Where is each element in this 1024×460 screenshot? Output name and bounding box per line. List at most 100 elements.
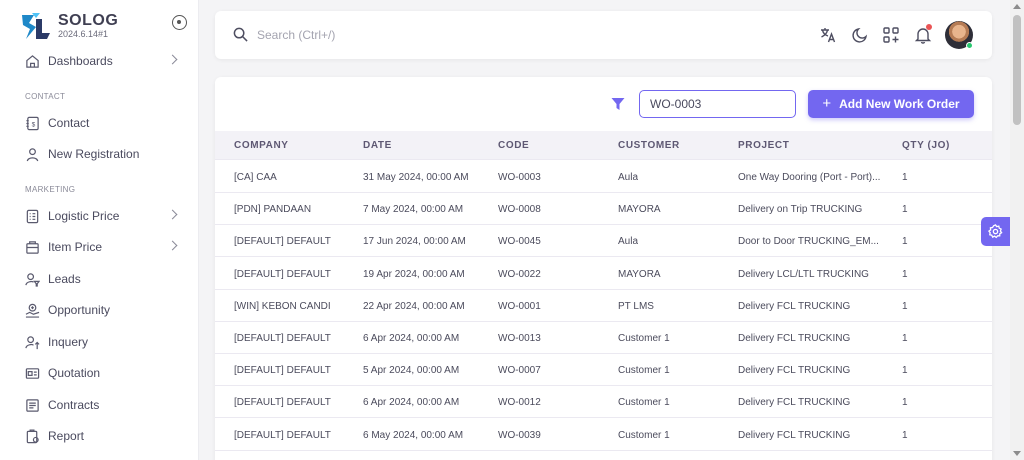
sidebar-item-label: New Registration <box>48 147 140 161</box>
cell-code: WO-0022 <box>498 268 541 280</box>
column-header-project[interactable]: PROJECT <box>738 140 789 151</box>
filter-input[interactable] <box>639 90 796 118</box>
cell-qty: 1 <box>902 333 908 344</box>
table-row[interactable]: [WIN] KEBON CANDI 22 Apr 2024, 00:00 AM WO… <box>215 290 992 322</box>
cell-customer: Aula <box>618 236 639 248</box>
sidebar-item-label: Dashboards <box>48 54 113 68</box>
sidebar-item-label: Report <box>48 429 85 443</box>
cell-code: WO-0001 <box>498 300 541 312</box>
column-header-date[interactable]: DATE <box>363 140 392 151</box>
cell-qty: 1 <box>902 365 908 377</box>
cell-date: 6 May 2024, 00:00 AM <box>363 429 464 441</box>
cell-project: Door to Door TRUCKING_EM... <box>738 236 879 248</box>
cell-date: 22 Apr 2024, 00:00 AM <box>363 300 465 312</box>
scrollbar-thumb[interactable] <box>1013 15 1021 125</box>
table-row[interactable]: [PDN] PANDAAN 7 May 2024, 00:00 AM WO-0008… <box>215 193 992 226</box>
cell-project: One Way Dooring (Port - Port)... <box>738 172 881 183</box>
scroll-down-arrow-icon[interactable] <box>1013 451 1021 456</box>
sidebar-item-item-price[interactable]: Item Price <box>12 233 188 261</box>
cell-company: [DEFAULT] DEFAULT <box>234 268 331 280</box>
notification-dot <box>926 24 932 30</box>
cell-project: Delivery FCL TRUCKING <box>738 365 851 377</box>
apps-add-icon[interactable] <box>882 26 900 44</box>
sidebar-item-leads[interactable]: Leads <box>12 265 188 293</box>
cell-qty: 1 <box>902 236 908 248</box>
table-row[interactable]: [DEFAULT] DEFAULT 6 May 2024, 00:00 AM WO-… <box>215 419 992 451</box>
table-row[interactable]: [CA] CAA 31 May 2024, 00:00 AM WO-0003 Aula… <box>215 161 992 193</box>
sidebar-item-label: Contracts <box>48 398 100 412</box>
sidebar-item-quotation[interactable]: Quotation <box>12 359 188 387</box>
report-icon <box>26 429 39 443</box>
sidebar-item-label: Contact <box>48 116 90 130</box>
cell-date: 7 May 2024, 00:00 AM <box>363 204 464 216</box>
cell-code: WO-0039 <box>498 429 541 441</box>
filter-icon[interactable] <box>611 97 625 111</box>
cell-company: [DEFAULT] DEFAULT <box>234 236 331 248</box>
cell-code: WO-0007 <box>498 365 541 377</box>
sidebar-item-label: Opportunity <box>48 303 111 317</box>
user-icon <box>26 147 39 161</box>
search-input[interactable] <box>257 25 557 45</box>
column-header-code[interactable]: CODE <box>498 140 529 151</box>
sidebar-item-logistic-price[interactable]: Logistic Price <box>12 202 188 230</box>
sidebar-item-label: Quotation <box>48 366 101 380</box>
table-row[interactable]: [DEFAULT] DEFAULT 5 Apr 2024, 00:00 AM WO-… <box>215 354 992 387</box>
table-row[interactable]: [DEFAULT] DEFAULT 6 Apr 2024, 00:00 AM WO-… <box>215 322 992 354</box>
cell-date: 17 Jun 2024, 00:00 AM <box>363 236 466 248</box>
column-header-qty[interactable]: QTY (JO) <box>902 140 950 151</box>
cell-customer: Customer 1 <box>618 429 670 441</box>
cell-qty: 1 <box>902 397 908 409</box>
cell-project: Delivery FCL TRUCKING <box>738 300 851 312</box>
cell-date: 6 Apr 2024, 00:00 AM <box>363 333 460 344</box>
cell-company: [WIN] KEBON CANDI <box>234 300 331 312</box>
translate-icon[interactable] <box>819 26 837 44</box>
sidebar-item-label: Leads <box>48 272 81 286</box>
cell-date: 31 May 2024, 00:00 AM <box>363 172 469 183</box>
cell-project: Delivery FCL TRUCKING <box>738 397 851 409</box>
sidebar-item-contracts[interactable]: Contracts <box>12 391 188 419</box>
cell-project: Delivery FCL TRUCKING <box>738 429 851 441</box>
table-row[interactable]: [DEFAULT] DEFAULT 6 Apr 2024, 00:00 AM WO-… <box>215 386 992 419</box>
user-question-icon <box>25 335 40 349</box>
column-header-company[interactable]: COMPANY <box>234 140 289 151</box>
brand[interactable]: SOLOG 2024.6.14#1 <box>20 9 118 43</box>
theme-customizer-button[interactable] <box>981 217 1010 246</box>
top-navbar <box>215 11 992 59</box>
package-icon <box>26 240 39 254</box>
handshake-icon <box>25 303 40 318</box>
sidebar-item-inquery[interactable]: Inquery <box>12 328 188 356</box>
contract-icon <box>26 398 39 412</box>
moon-icon[interactable] <box>851 26 869 44</box>
table-row[interactable]: [DEFAULT] DEFAULT 19 Apr 2024, 00:00 AM WO… <box>215 258 992 290</box>
sidebar-item-report[interactable]: Report <box>12 422 188 450</box>
scroll-up-arrow-icon[interactable] <box>1013 4 1021 9</box>
cell-customer: Customer 1 <box>618 365 670 377</box>
search-icon[interactable] <box>233 27 248 42</box>
settings-icon <box>988 224 1003 239</box>
cell-customer: PT LMS <box>618 300 654 312</box>
chevron-right-icon <box>167 54 178 65</box>
cell-date: 6 Apr 2024, 00:00 AM <box>363 397 460 409</box>
home-icon <box>26 54 39 68</box>
cell-code: WO-0003 <box>498 172 541 183</box>
cell-project: Delivery LCL/LTL TRUCKING <box>738 268 869 280</box>
cell-customer: Customer 1 <box>618 333 670 344</box>
sidebar-pin-icon[interactable] <box>172 15 187 30</box>
cell-date: 19 Apr 2024, 00:00 AM <box>363 268 465 280</box>
sidebar-item-opportunity[interactable]: Opportunity <box>12 296 188 324</box>
add-button-label: Add New Work Order <box>839 97 960 111</box>
cell-customer: MAYORA <box>618 268 661 280</box>
sidebar-item-dashboards[interactable]: Dashboards <box>12 47 188 75</box>
sidebar-item-label: Logistic Price <box>48 209 120 223</box>
cell-company: [PDN] PANDAAN <box>234 204 312 216</box>
add-new-work-order-button[interactable]: + Add New Work Order <box>808 90 974 118</box>
table-row[interactable]: [DEFAULT] DEFAULT 17 Jun 2024, 00:00 AM WO… <box>215 225 992 258</box>
cell-qty: 1 <box>902 172 908 183</box>
sidebar-item-new-registration[interactable]: New Registration <box>12 140 188 168</box>
sidebar-item-label: Item Price <box>48 240 103 254</box>
column-header-customer[interactable]: CUSTOMER <box>618 140 680 151</box>
plus-icon: + <box>822 95 832 112</box>
cell-customer: Aula <box>618 172 639 183</box>
sidebar-item-contact[interactable]: $ Contact <box>12 109 188 137</box>
page-scrollbar[interactable] <box>1010 0 1024 460</box>
